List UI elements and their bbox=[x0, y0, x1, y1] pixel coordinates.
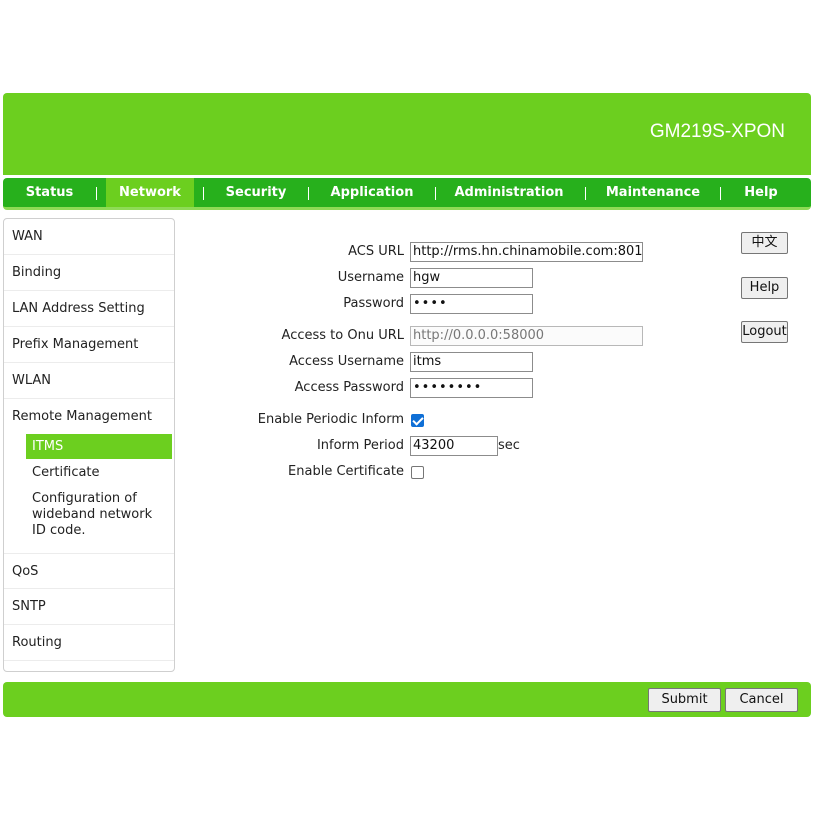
certificate-checkbox[interactable] bbox=[411, 466, 424, 479]
nav-separator bbox=[308, 187, 309, 200]
sidebar-item-binding[interactable]: Binding bbox=[4, 255, 174, 291]
device-model: GM219S-XPON bbox=[649, 121, 785, 142]
periodic-inform-checkbox[interactable] bbox=[411, 414, 424, 427]
certificate-label: Enable Certificate bbox=[288, 464, 404, 479]
sidebar-item-routing[interactable]: Routing bbox=[4, 625, 174, 661]
logout-button[interactable]: Logout bbox=[741, 321, 788, 343]
nav-separator bbox=[720, 187, 721, 200]
inform-period-unit: sec bbox=[498, 438, 520, 453]
password-input[interactable]: •••• bbox=[410, 294, 533, 314]
username-label: Username bbox=[337, 270, 404, 285]
nav-separator bbox=[203, 187, 204, 200]
nav-security[interactable]: Security bbox=[206, 178, 306, 207]
sidebar-item-lan-address[interactable]: LAN Address Setting bbox=[4, 291, 174, 327]
access-password-input[interactable]: •••••••• bbox=[410, 378, 533, 398]
periodic-inform-label: Enable Periodic Inform bbox=[257, 412, 404, 427]
sidebar-item-sntp[interactable]: SNTP bbox=[4, 589, 174, 625]
acs-url-label: ACS URL bbox=[348, 244, 404, 259]
sidebar: WAN Binding LAN Address Setting Prefix M… bbox=[3, 218, 175, 672]
nav-help[interactable]: Help bbox=[723, 178, 799, 207]
access-username-input[interactable]: itms bbox=[410, 352, 533, 372]
inform-period-input[interactable]: 43200 bbox=[410, 436, 498, 456]
nav-status[interactable]: Status bbox=[3, 178, 96, 207]
sidebar-subitem-certificate[interactable]: Certificate bbox=[26, 465, 172, 481]
nav-administration[interactable]: Administration bbox=[439, 178, 579, 207]
sidebar-item-qos[interactable]: QoS bbox=[4, 553, 174, 589]
footer-bar: Submit Cancel bbox=[3, 682, 811, 717]
acs-url-input[interactable]: http://rms.hn.chinamobile.com:8012 bbox=[410, 242, 643, 262]
help-button[interactable]: Help bbox=[741, 277, 788, 299]
onu-url-input: http://0.0.0.0:58000 bbox=[410, 326, 643, 346]
nav-application[interactable]: Application bbox=[313, 178, 431, 207]
top-nav: Status Network Security Application Admi… bbox=[3, 178, 811, 210]
sidebar-subitem-wideband-id[interactable]: Configuration of wideband network ID cod… bbox=[26, 491, 166, 539]
onu-url-label: Access to Onu URL bbox=[281, 328, 404, 343]
inform-period-label: Inform Period bbox=[316, 438, 404, 453]
username-input[interactable]: hgw bbox=[410, 268, 533, 288]
password-label: Password bbox=[343, 296, 404, 311]
access-username-label: Access Username bbox=[289, 354, 404, 369]
nav-separator bbox=[435, 187, 436, 200]
language-button[interactable]: 中文 bbox=[741, 232, 788, 254]
submit-button[interactable]: Submit bbox=[648, 688, 721, 712]
nav-maintenance[interactable]: Maintenance bbox=[589, 178, 717, 207]
sidebar-item-remote-management[interactable]: Remote Management bbox=[4, 399, 174, 435]
sidebar-item-wan[interactable]: WAN bbox=[4, 219, 174, 255]
sidebar-item-wlan[interactable]: WLAN bbox=[4, 363, 174, 399]
cancel-button[interactable]: Cancel bbox=[725, 688, 798, 712]
sidebar-item-prefix[interactable]: Prefix Management bbox=[4, 327, 174, 363]
nav-separator bbox=[585, 187, 586, 200]
nav-network[interactable]: Network bbox=[106, 178, 194, 207]
sidebar-subitem-itms[interactable]: ITMS bbox=[26, 434, 172, 459]
header-banner: GM219S-XPON bbox=[3, 93, 811, 175]
access-password-label: Access Password bbox=[294, 380, 404, 395]
nav-separator bbox=[96, 187, 97, 200]
